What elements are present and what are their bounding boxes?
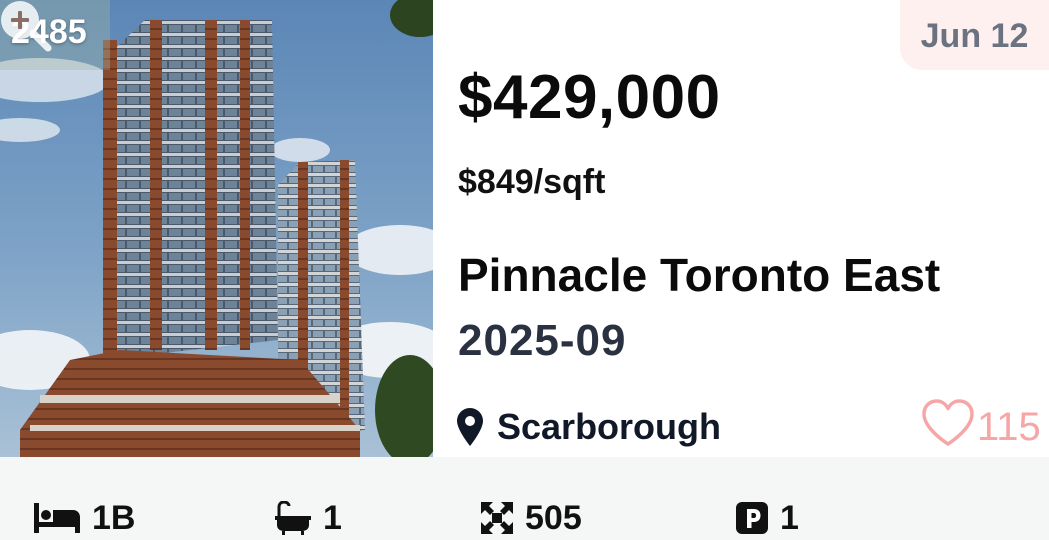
- occupancy-date: 2025-09: [458, 316, 627, 365]
- baths-value: 1: [323, 498, 342, 537]
- project-name[interactable]: Pinnacle Toronto East: [458, 248, 940, 302]
- heart-outline-icon[interactable]: [921, 398, 975, 448]
- feature-baths: 1: [275, 498, 342, 538]
- parking-icon: [736, 502, 768, 534]
- beds-value: 1B: [92, 498, 136, 537]
- listing-price: $429,000: [458, 63, 721, 132]
- price-per-sqft: $849/sqft: [458, 163, 606, 201]
- feature-size: 505: [481, 498, 582, 538]
- expand-arrows-icon: [481, 502, 513, 534]
- bed-icon: [34, 503, 80, 533]
- listing-location: Scarborough: [457, 404, 721, 450]
- feature-beds: 1B: [34, 498, 135, 538]
- parking-value: 1: [780, 498, 799, 537]
- listing-date-badge: Jun 12: [900, 0, 1049, 70]
- size-value: 505: [525, 498, 582, 537]
- bathtub-icon: [275, 501, 311, 535]
- favorite-count: 115: [977, 404, 1041, 449]
- building-rendering-image: [0, 0, 433, 457]
- listing-card[interactable]: 2485 Jun 12 $429,000 $849/sqft Pinnacle …: [0, 0, 1049, 540]
- map-pin-icon: [457, 408, 483, 446]
- listing-photo[interactable]: 2485: [0, 0, 433, 457]
- feature-parking: 1: [736, 498, 799, 538]
- favorite-button[interactable]: 115: [921, 395, 1041, 451]
- zoom-in-icon[interactable]: [0, 0, 52, 52]
- location-name: Scarborough: [497, 406, 722, 447]
